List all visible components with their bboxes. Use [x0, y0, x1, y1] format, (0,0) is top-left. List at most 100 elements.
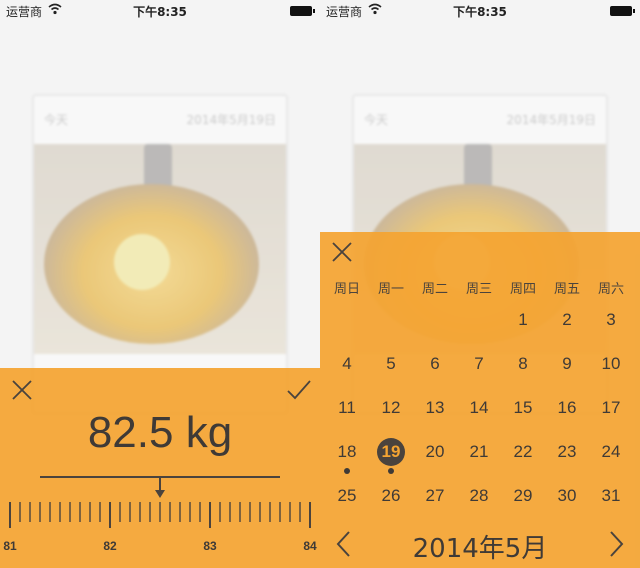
entry-dot-icon [388, 468, 394, 474]
ruler-pointer-icon [152, 476, 168, 500]
calendar-day[interactable]: 14 [457, 390, 501, 434]
weekday-label: 周二 [421, 282, 448, 297]
calendar-day-number: 19 [377, 438, 405, 466]
calendar-day[interactable]: 24 [589, 434, 633, 478]
calendar-day-number: 1 [518, 310, 528, 329]
calendar-day-number: 4 [342, 354, 352, 373]
calendar-day[interactable]: 18 [325, 434, 369, 478]
calendar-day-number: 17 [601, 398, 621, 417]
calendar-day[interactable]: 13 [413, 390, 457, 434]
status-time: 下午8:35 [133, 5, 187, 19]
entry-dot-icon [344, 468, 350, 474]
calendar-day[interactable]: 25 [325, 478, 369, 522]
weekday-label: 周四 [509, 282, 536, 297]
calendar-day[interactable]: 20 [413, 434, 457, 478]
calendar-day[interactable]: 15 [501, 390, 545, 434]
status-bar: 运营商 下午8:35 [320, 0, 640, 20]
calendar-day[interactable]: 3 [589, 302, 633, 346]
weekday-label: 周日 [333, 282, 360, 297]
calendar-day[interactable]: 1 [501, 302, 545, 346]
weight-ruler[interactable]: 81 82 83 84 [0, 502, 320, 568]
card-day-label: 今天 [44, 113, 69, 127]
calendar-day-number: 8 [518, 354, 528, 373]
food-photo [34, 144, 286, 354]
calendar-day[interactable]: 29 [501, 478, 545, 522]
calendar-day[interactable]: 30 [545, 478, 589, 522]
calendar-day-number: 28 [469, 486, 489, 505]
status-bar: 运营商 下午8:35 [0, 0, 320, 20]
card-date-label: 2014年5月19日 [506, 113, 596, 127]
weight-screen: 运营商 下午8:35 今天 2014年5月19日 82.5 kg 81 82 83 8… [0, 0, 320, 568]
status-time: 下午8:35 [453, 5, 507, 19]
calendar-day-number: 2 [562, 310, 572, 329]
calendar-day[interactable]: 7 [457, 346, 501, 390]
calendar-day-number: 29 [513, 486, 533, 505]
calendar-day-number: 22 [513, 442, 533, 461]
calendar-day-selected[interactable]: 19 [369, 434, 413, 478]
ruler-label: 84 [303, 539, 317, 553]
card-date-label: 2014年5月19日 [186, 113, 276, 127]
calendar-day-number: 24 [601, 442, 621, 461]
calendar-day[interactable]: 5 [369, 346, 413, 390]
calendar-day-number: 11 [338, 398, 356, 417]
card-day-label: 今天 [364, 113, 389, 127]
weekday-label: 周一 [377, 282, 404, 297]
weekday-label: 周五 [553, 282, 580, 297]
month-navigation: 2014年5月 [320, 524, 640, 564]
calendar-day[interactable]: 12 [369, 390, 413, 434]
calendar-day-number: 14 [469, 398, 489, 417]
close-icon[interactable] [10, 378, 34, 402]
calendar-day-number: 18 [337, 442, 357, 461]
calendar-day[interactable]: 22 [501, 434, 545, 478]
calendar-day-number: 31 [601, 486, 621, 505]
calendar-day-number: 21 [469, 442, 489, 461]
calendar-day[interactable]: 27 [413, 478, 457, 522]
calendar-day[interactable]: 26 [369, 478, 413, 522]
ruler-label: 82 [103, 539, 117, 553]
battery-icon [290, 6, 315, 16]
calendar-day[interactable]: 31 [589, 478, 633, 522]
calendar-day-number: 15 [513, 398, 533, 417]
entry-card[interactable]: 今天 2014年5月19日 [32, 94, 288, 414]
calendar-day-number: 20 [425, 442, 445, 461]
calendar-grid: 1 2 3 4 5 6 7 8 9 10 11 12 13 14 15 16 17 18 19 20 21 22 23 24 2… [325, 302, 635, 505]
calendar-day[interactable]: 6 [413, 346, 457, 390]
calendar-day-number: 6 [430, 354, 440, 373]
calendar-day-number: 30 [557, 486, 577, 505]
calendar-day[interactable]: 17 [589, 390, 633, 434]
calendar-day[interactable]: 16 [545, 390, 589, 434]
calendar-day[interactable]: 28 [457, 478, 501, 522]
card-header: 今天 2014年5月19日 [354, 96, 606, 142]
calendar-day[interactable]: 10 [589, 346, 633, 390]
calendar-day-number: 26 [381, 486, 401, 505]
check-icon[interactable] [286, 378, 312, 402]
calendar-day[interactable]: 2 [545, 302, 589, 346]
weight-value: 82.5 kg [87, 408, 233, 457]
calendar-day-number: 3 [606, 310, 616, 329]
weekday-label: 周六 [597, 282, 624, 297]
calendar-day-number: 10 [601, 354, 621, 373]
calendar-day-number: 7 [474, 354, 484, 373]
calendar-day[interactable]: 4 [325, 346, 369, 390]
calendar-day[interactable]: 8 [501, 346, 545, 390]
calendar-day[interactable]: 21 [457, 434, 501, 478]
weekday-label: 周三 [465, 282, 492, 297]
calendar-day-number: 9 [562, 354, 572, 373]
calendar-day[interactable]: 23 [545, 434, 589, 478]
calendar-day-number: 13 [425, 398, 445, 417]
month-label: 2014年5月 [412, 534, 548, 564]
weekday-header: 周日 周一 周二 周三 周四 周五 周六 [325, 278, 635, 298]
calendar-day-number: 25 [337, 486, 357, 505]
calendar-day-number: 23 [557, 442, 577, 461]
calendar-day[interactable]: 9 [545, 346, 589, 390]
calendar-day[interactable]: 11 [325, 390, 369, 434]
calendar-day-number: 16 [557, 398, 577, 417]
egg-image [114, 234, 170, 290]
calendar-day-number: 5 [386, 354, 396, 373]
date-picker-panel: 周日 周一 周二 周三 周四 周五 周六 1 2 3 4 5 6 7 8 9 10 11 12 13 14 15 16 17… [320, 232, 640, 568]
card-header: 今天 2014年5月19日 [34, 96, 286, 142]
close-icon[interactable] [330, 240, 354, 264]
calendar-day-number: 27 [425, 486, 445, 505]
chevron-right-icon[interactable] [606, 530, 626, 558]
weight-picker-panel: 82.5 kg 81 82 83 84 [0, 368, 320, 568]
